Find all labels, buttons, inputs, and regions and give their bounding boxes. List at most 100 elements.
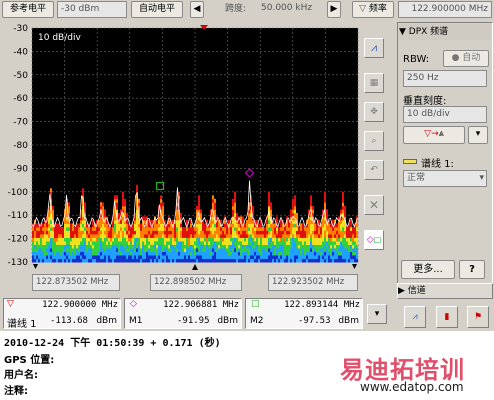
span-right-arrow[interactable]: ▶ (327, 1, 341, 18)
delete-marker-button[interactable]: ✕ (364, 195, 384, 215)
dpx-cell (48, 216, 50, 221)
dpx-cell (264, 233, 266, 238)
dpx-cell (232, 226, 234, 231)
dpx-cell (50, 226, 52, 231)
rbw-auto-button[interactable]: ● 自动 (443, 50, 489, 67)
freq-button[interactable]: ▽ 频率 (352, 1, 394, 18)
auto-level-button[interactable]: 自动电平 (131, 1, 183, 18)
dpx-cell (80, 254, 82, 259)
dpx-cell (298, 244, 300, 249)
dpx-cell (182, 247, 184, 252)
dpx-cell (48, 226, 50, 231)
dpx-cell (292, 251, 294, 256)
marker-delta-button[interactable]: ◇□ (364, 230, 384, 250)
dpx-cell (176, 237, 178, 242)
dpx-cell (78, 240, 80, 245)
marker-to-center-button[interactable]: ▮ (436, 306, 458, 328)
dpx-cell (166, 233, 168, 238)
x-tick-center: 122.898502 MHz (150, 274, 242, 291)
trace-mode-value: 正常 (407, 173, 426, 183)
dpx-cell (98, 233, 100, 238)
dpx-cell (298, 230, 300, 235)
zoom-button[interactable]: ⌕ (364, 131, 384, 151)
peak-search-button[interactable]: ⩘ (404, 306, 426, 328)
dpx-cell (282, 240, 284, 245)
dpx-cell (182, 226, 184, 231)
ref-level-field[interactable]: -30 dBm (57, 1, 127, 18)
span-field[interactable]: 50.000 kHz (258, 1, 320, 18)
dpx-cell (192, 244, 194, 249)
dpx-cell (354, 258, 356, 263)
dpx-cell (326, 244, 328, 249)
dpx-cell (324, 247, 326, 252)
dpx-cell (134, 254, 136, 259)
auto-scale-dropdown[interactable]: ▾ (468, 126, 488, 144)
dpx-cell (130, 258, 132, 263)
dpx-cell (226, 247, 228, 252)
dpx-cell (122, 240, 124, 245)
rbw-field[interactable]: 250 Hz (403, 70, 487, 87)
channel-header[interactable]: ▶ 信道 (397, 283, 493, 299)
dpx-cell (126, 230, 128, 235)
dpx-cell (348, 244, 350, 249)
dpx-cell (130, 240, 132, 245)
spectrum-view-button[interactable]: ⩘ (364, 38, 384, 58)
dpx-cell (52, 258, 54, 263)
dpx-cell (300, 233, 302, 238)
more-button[interactable]: 更多... (401, 260, 455, 279)
dpx-cell (192, 254, 194, 259)
zoom-region-button[interactable]: ▦ (364, 73, 384, 93)
dpx-cell (178, 233, 180, 238)
dpx-cell (226, 251, 228, 256)
dpx-cell (120, 258, 122, 263)
marker-menu-button[interactable]: ▾ (367, 304, 387, 324)
freq-field[interactable]: 122.900000 MHz (398, 1, 492, 18)
m2-marker-readout[interactable]: □ 122.893144 MHz M2 -97.53 dBm (245, 298, 363, 329)
dpx-cell (342, 240, 344, 245)
dpx-cell (42, 237, 44, 242)
dpx-cell (60, 240, 62, 245)
dpx-cell (114, 258, 116, 263)
dpx-cell (180, 212, 182, 217)
vscale-field[interactable]: 10 dB/div (403, 106, 487, 123)
dpx-cell (146, 244, 148, 249)
dpx-cell (104, 254, 106, 259)
dpx-cell (224, 226, 226, 231)
m1-marker-readout[interactable]: ◇ 122.906881 MHz M1 -91.95 dBm (124, 298, 242, 329)
dpx-cell (192, 240, 194, 245)
dpx-cell (170, 226, 172, 231)
dpx-cell (318, 233, 320, 238)
marker-flag-button[interactable]: ⚑ (467, 306, 489, 328)
trace-mode-select[interactable]: 正常 ▾ (403, 170, 487, 187)
dpx-cell (296, 251, 298, 256)
dpx-cell (92, 254, 94, 259)
dpx-cell (338, 223, 340, 228)
panel-header[interactable]: ▼ DPX 频谱 (399, 24, 491, 40)
ref-marker-readout[interactable]: ▽ 122.900000 MHz 谱线 1 -113.68 dBm (3, 298, 121, 330)
span-left-arrow[interactable]: ◀ (190, 1, 204, 18)
dpx-cell (334, 237, 336, 242)
m1-marker-freq: 122.906881 MHz (163, 300, 239, 310)
dpx-cell (156, 240, 158, 245)
dpx-cell (142, 240, 144, 245)
dpx-cell (64, 223, 66, 228)
dpx-cell (324, 254, 326, 259)
magnifier-icon: ⌕ (371, 136, 377, 146)
pan-button[interactable]: ✥ (364, 102, 384, 122)
dpx-cell (50, 240, 52, 245)
dpx-cell (166, 240, 168, 245)
undo-button[interactable]: ↶ (364, 160, 384, 180)
dpx-cell (326, 240, 328, 245)
ref-level-button[interactable]: 参考电平 (2, 1, 54, 18)
dpx-cell (350, 258, 352, 263)
dpx-cell (236, 226, 238, 231)
help-button[interactable]: ? (459, 260, 485, 279)
dpx-cell (146, 258, 148, 263)
auto-scale-button[interactable]: ▽→⩓ (403, 126, 465, 144)
spectrum-chart[interactable]: -30-40-50-60-70-80-90-100-110-120-130 10… (0, 20, 362, 295)
dpx-cell (36, 226, 38, 231)
dpx-cell (50, 254, 52, 259)
dpx-cell (310, 244, 312, 249)
dpx-cell (200, 223, 202, 228)
dpx-cell (54, 251, 56, 256)
